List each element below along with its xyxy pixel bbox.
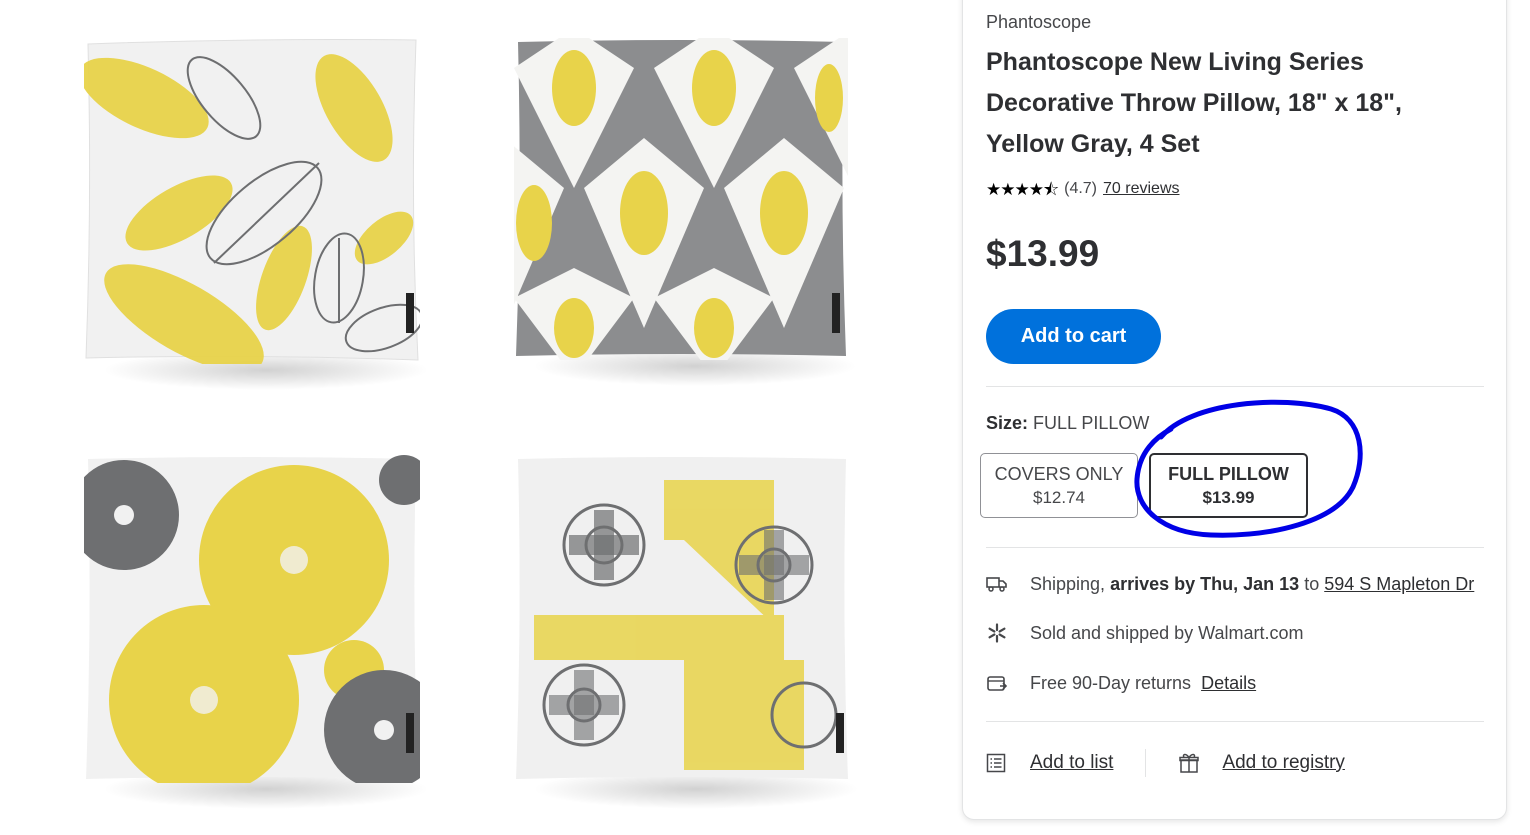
returns-details-link[interactable]: Details	[1201, 673, 1256, 694]
list-registry-actions: Add to list Add to registry	[986, 749, 1345, 777]
shipping-info: Shipping, arrives by Thu, Jan 13 to 594 …	[986, 573, 1474, 595]
add-to-cart-button[interactable]: Add to cart	[986, 309, 1161, 364]
size-label-key: Size:	[986, 413, 1029, 433]
rating-summary: ★ ★ ★ ★ ⯪ (4.7) 70 reviews	[986, 180, 1180, 198]
product-image-leaves-pillow[interactable]	[84, 38, 430, 390]
divider	[986, 547, 1484, 548]
reviews-link[interactable]: 70 reviews	[1103, 180, 1179, 198]
product-image-ikat-pillow[interactable]	[514, 38, 858, 386]
size-label: Size: FULL PILLOW	[986, 413, 1149, 434]
shipping-to: to	[1304, 573, 1320, 594]
shipping-arrival: arrives by Thu, Jan 13	[1110, 573, 1300, 594]
divider	[1145, 749, 1147, 777]
add-to-list-link[interactable]: Add to list	[1030, 752, 1113, 774]
product-info-panel: Phantoscope Phantoscope New Living Serie…	[962, 0, 1507, 820]
star-icon: ★	[1028, 179, 1044, 199]
returns-text: Free 90-Day returns	[1030, 672, 1192, 693]
size-option-price: $12.74	[1033, 487, 1085, 507]
product-image-patchwork-pillow[interactable]	[514, 455, 860, 809]
half-star-icon: ⯪	[1043, 179, 1059, 199]
star-icon: ★	[1000, 179, 1015, 199]
list-icon	[986, 752, 1008, 774]
divider	[986, 721, 1484, 722]
brand-name[interactable]: Phantoscope	[986, 12, 1091, 33]
divider	[986, 386, 1484, 387]
returns-info: Free 90-Day returns Details	[986, 672, 1256, 694]
seller-info: Sold and shipped by Walmart.com	[986, 622, 1303, 644]
gift-icon	[1178, 752, 1200, 774]
star-icon: ★	[1014, 179, 1030, 199]
star-icon: ★	[986, 179, 1001, 199]
walmart-spark-icon	[986, 622, 1008, 644]
product-image-gallery	[0, 0, 960, 835]
sold-by-text: Sold and shipped by Walmart.com	[1030, 622, 1304, 643]
shipping-address-link[interactable]: 594 S Mapleton Dr	[1324, 574, 1474, 595]
rating-value: (4.7)	[1064, 180, 1098, 197]
shipping-label: Shipping,	[1030, 573, 1106, 594]
product-price: $13.99	[986, 233, 1100, 274]
returns-icon	[986, 672, 1008, 694]
annotation-circle	[1134, 399, 1363, 538]
size-option-name: COVERS ONLY	[994, 463, 1124, 484]
size-option-covers-only[interactable]: COVERS ONLY $12.74	[980, 453, 1138, 518]
product-title: Phantoscope New Living Series Decorative…	[986, 48, 1402, 158]
truck-icon	[986, 573, 1008, 595]
star-rating: ★ ★ ★ ★ ⯪	[986, 179, 1059, 199]
add-to-registry-link[interactable]: Add to registry	[1222, 752, 1345, 774]
product-image-dahlia-pillow[interactable]	[84, 455, 430, 809]
